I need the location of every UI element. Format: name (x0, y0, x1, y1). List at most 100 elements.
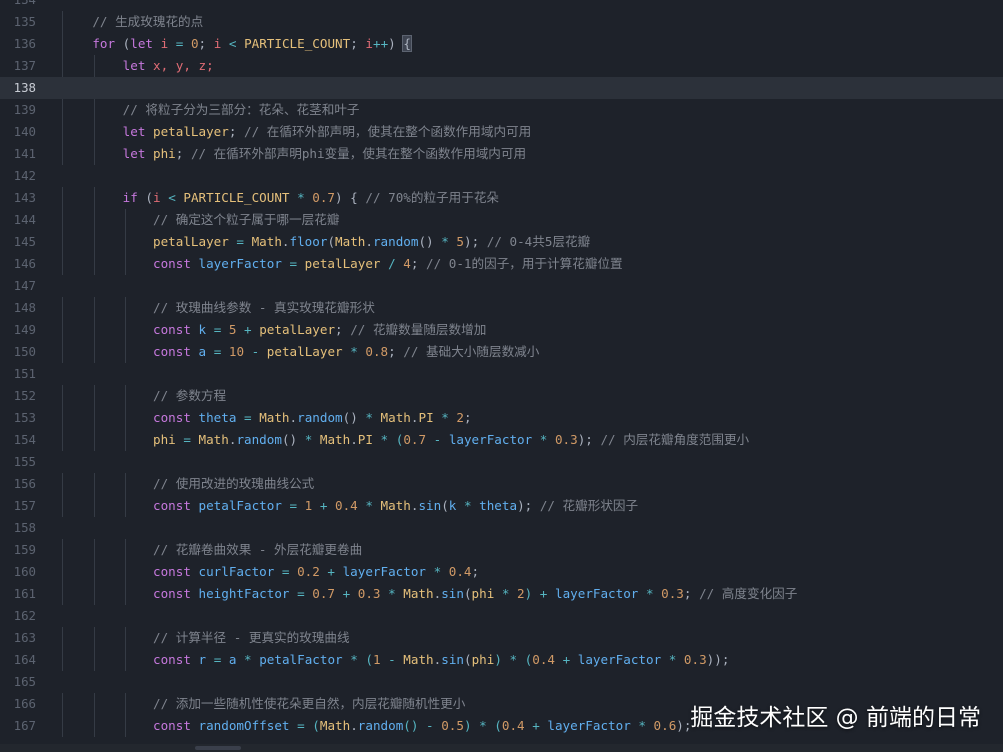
code-line[interactable]: 154 phi = Math.random() * Math.PI * (0.7… (0, 429, 1003, 451)
horizontal-scrollbar[interactable] (0, 744, 1003, 752)
line-number: 135 (13, 14, 36, 29)
code-token: // 生成玫瑰花的点 (92, 14, 204, 29)
code-line[interactable]: 157 const petalFactor = 1 + 0.4 * Math.s… (0, 495, 1003, 517)
line-code: // 添加一些随机性使花朵更自然，内层花瓣随机性更小 (62, 693, 465, 715)
code-token: * (236, 652, 260, 667)
code-token: ; (335, 322, 351, 337)
code-token: const (153, 718, 191, 733)
scrollbar-thumb[interactable] (195, 746, 241, 750)
code-token: 1 (372, 652, 381, 667)
code-token: let (122, 146, 146, 161)
line-code: petalLayer = Math.floor(Math.random() * … (62, 231, 590, 253)
code-line[interactable]: 153 const theta = Math.random() * Math.P… (0, 407, 1003, 429)
line-code: // 生成玫瑰花的点 (62, 11, 203, 33)
code-line[interactable]: 159 // 花瓣卷曲效果 - 外层花瓣更卷曲 (0, 539, 1003, 561)
code-line[interactable]: 148 // 玫瑰曲线参数 - 真实玫瑰花瓣形状 (0, 297, 1003, 319)
code-token: () - (403, 718, 442, 733)
line-number: 152 (13, 388, 36, 403)
line-number: 146 (13, 256, 36, 271)
code-token: // 0-4共5层花瓣 (486, 234, 591, 249)
code-token: 0.4 (335, 498, 358, 513)
code-line[interactable]: 142 (0, 165, 1003, 187)
code-line[interactable]: 144 // 确定这个粒子属于哪一层花瓣 (0, 209, 1003, 231)
code-line[interactable]: 156 // 使用改进的玫瑰曲线公式 (0, 473, 1003, 495)
line-number: 161 (13, 586, 36, 601)
code-line[interactable]: 135 // 生成玫瑰花的点 (0, 11, 1003, 33)
code-token: // 基础大小随层数减小 (403, 344, 540, 359)
code-token: * (532, 432, 555, 447)
code-token: ); (463, 234, 487, 249)
code-token: = (206, 322, 229, 337)
code-line[interactable]: 147 (0, 275, 1003, 297)
line-number: 147 (13, 278, 36, 293)
line-number: 164 (13, 652, 36, 667)
code-token: x, y, z; (145, 58, 214, 73)
line-number: 148 (13, 300, 36, 315)
line-number: 136 (13, 36, 36, 51)
code-line[interactable]: 158 (0, 517, 1003, 539)
code-line[interactable]: 152 // 参数方程 (0, 385, 1003, 407)
code-line[interactable]: 164 const r = a * petalFactor * (1 - Mat… (0, 649, 1003, 671)
line-number: 162 (13, 608, 36, 623)
code-line[interactable]: 145 petalLayer = Math.floor(Math.random(… (0, 231, 1003, 253)
code-token: PI (357, 432, 373, 447)
code-line[interactable]: 138 (0, 77, 1003, 99)
code-editor[interactable]: 134135 // 生成玫瑰花的点136 for (let i = 0; i <… (0, 0, 1003, 752)
code-line[interactable]: 140 let petalLayer; // 在循环外部声明，使其在整个函数作用… (0, 121, 1003, 143)
code-token: . (365, 234, 373, 249)
code-token: if (122, 190, 138, 205)
code-line[interactable]: 161 const heightFactor = 0.7 + 0.3 * Mat… (0, 583, 1003, 605)
code-line[interactable]: 165 (0, 671, 1003, 693)
code-token: () (342, 410, 366, 425)
code-token: phi (471, 652, 495, 667)
code-token: Math (319, 718, 351, 733)
code-line[interactable]: 143 if (i < PARTICLE_COUNT * 0.7) { // 7… (0, 187, 1003, 209)
code-line[interactable]: 136 for (let i = 0; i < PARTICLE_COUNT; … (0, 33, 1003, 55)
code-token: = (281, 256, 305, 271)
code-line[interactable]: 151 (0, 363, 1003, 385)
code-line[interactable]: 160 const curlFactor = 0.2 + layerFactor… (0, 561, 1003, 583)
line-number: 141 (13, 146, 36, 161)
code-line[interactable]: 134 (0, 0, 1003, 11)
code-token: ; (198, 36, 214, 51)
code-token: 0.7 (403, 432, 427, 447)
code-token: + (319, 564, 343, 579)
code-token: 2 (456, 410, 464, 425)
line-code: const heightFactor = 0.7 + 0.3 * Math.si… (62, 583, 797, 605)
code-token: Math (251, 234, 282, 249)
code-line[interactable]: 149 const k = 5 + petalLayer; // 花瓣数量随层数… (0, 319, 1003, 341)
code-line[interactable]: 139 // 将粒子分为三部分：花朵、花茎和叶子 (0, 99, 1003, 121)
code-token: random (236, 432, 282, 447)
line-number: 159 (13, 542, 36, 557)
code-token: Math (259, 410, 290, 425)
code-line[interactable]: 155 (0, 451, 1003, 473)
code-token: // 在循环外部声明，使其在整个函数作用域内可用 (244, 124, 532, 139)
code-line[interactable]: 150 const a = 10 - petalLayer * 0.8; // … (0, 341, 1003, 363)
code-token: layerFactor (577, 652, 662, 667)
code-token: petalLayer (304, 256, 381, 271)
line-code: const randomOffset = (Math.random() - 0.… (62, 715, 691, 737)
code-token: + (555, 652, 578, 667)
code-line[interactable]: 141 let phi; // 在循环外部声明phi变量，使其在整个函数作用域内… (0, 143, 1003, 165)
code-line[interactable]: 162 (0, 605, 1003, 627)
code-token: . (281, 234, 290, 249)
code-line[interactable]: 163 // 计算半径 - 更真实的玫瑰曲线 (0, 627, 1003, 649)
code-line[interactable]: 137 let x, y, z; (0, 55, 1003, 77)
line-code: const theta = Math.random() * Math.PI * … (62, 407, 472, 429)
code-line[interactable]: 146 const layerFactor = petalLayer / 4; … (0, 253, 1003, 275)
code-token: // 0-1的因子，用于计算花瓣位置 (426, 256, 623, 271)
line-number: 155 (13, 454, 36, 469)
